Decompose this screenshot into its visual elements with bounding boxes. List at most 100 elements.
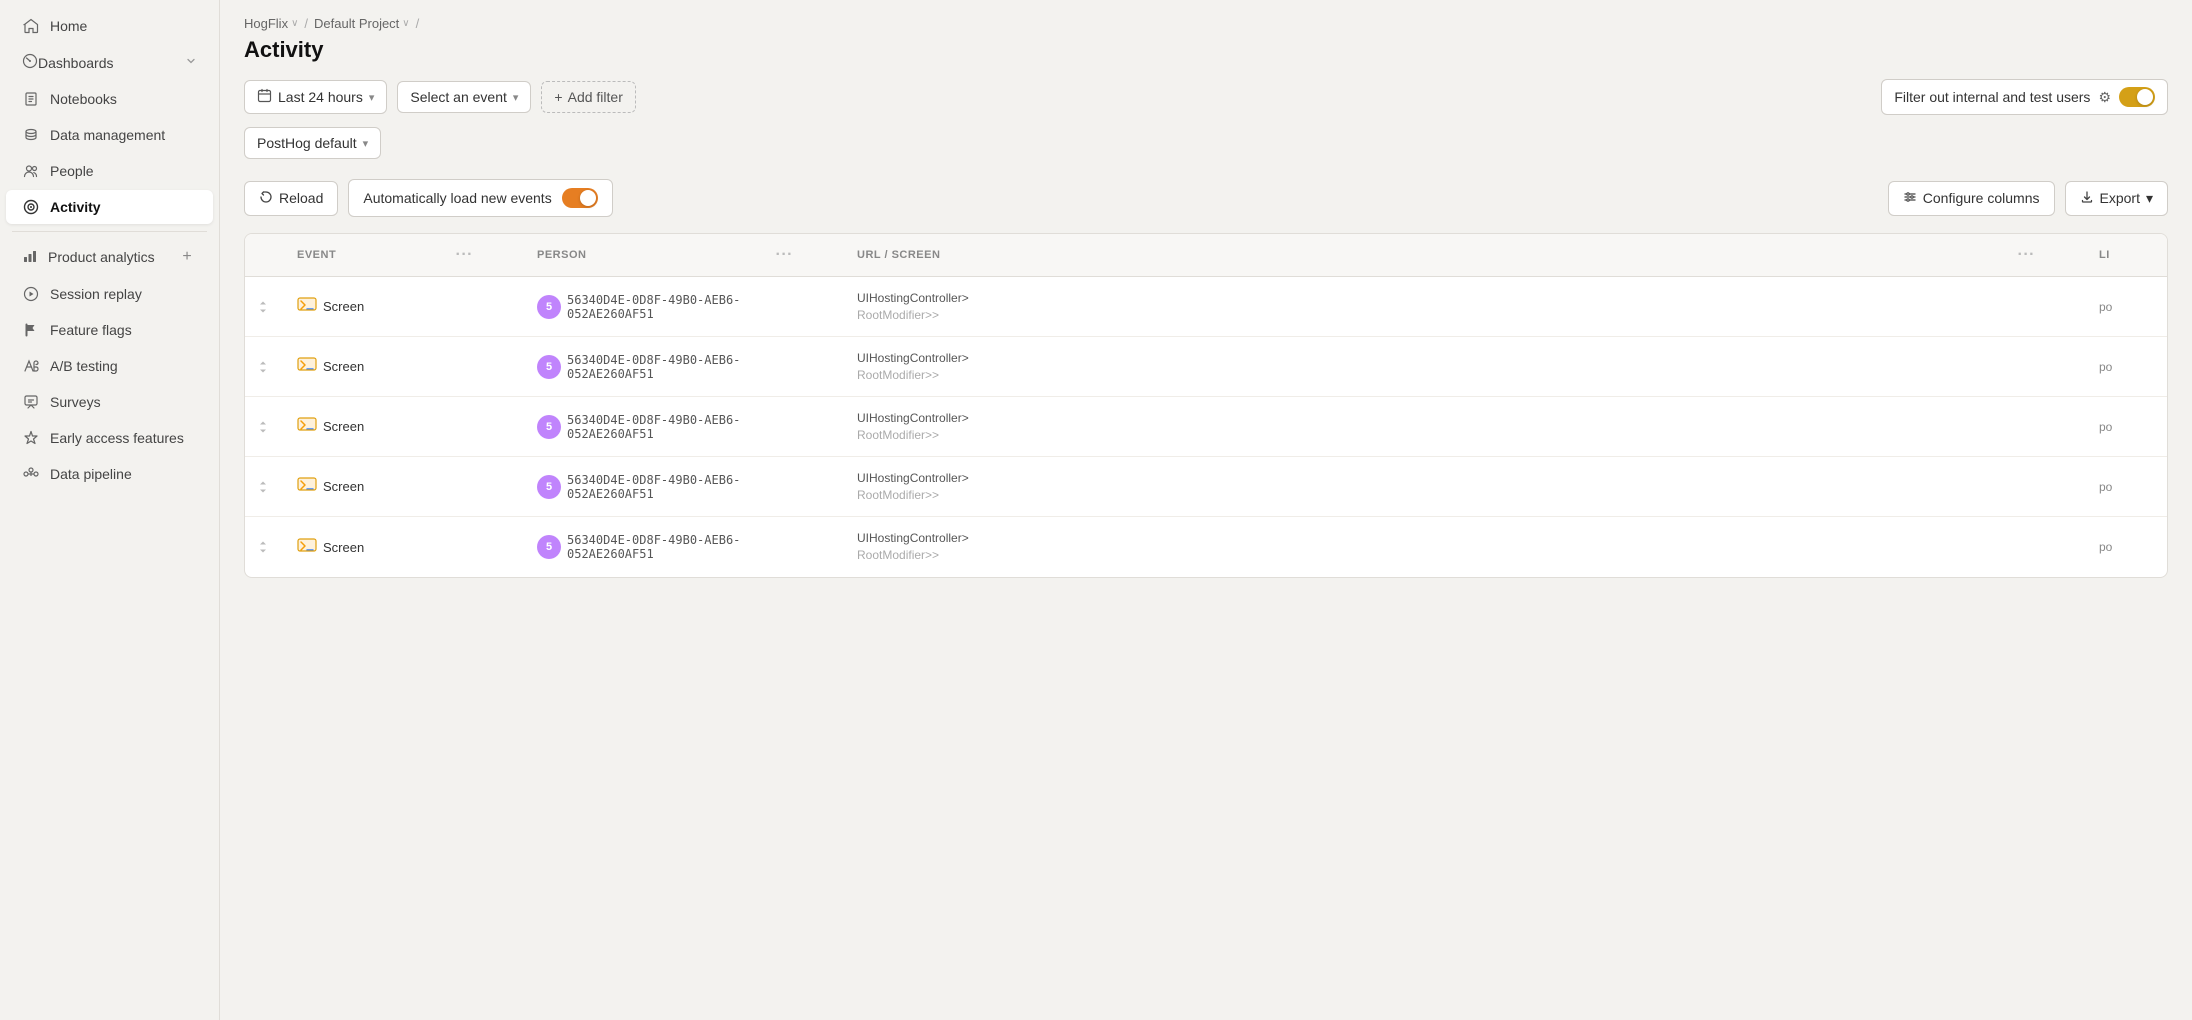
sidebar-item-surveys[interactable]: Surveys (6, 385, 213, 419)
breadcrumb-hogflix[interactable]: HogFlix ∨ (244, 16, 298, 31)
breadcrumb-project[interactable]: Default Project ∨ (314, 16, 410, 31)
select-event-label: Select an event (410, 89, 507, 105)
sidebar-item-label: Notebooks (50, 91, 117, 107)
avatar[interactable]: 5 (537, 535, 561, 559)
configure-columns-button[interactable]: Configure columns (1888, 181, 2055, 216)
th-person-more (805, 234, 845, 276)
avatar[interactable]: 5 (537, 475, 561, 499)
sidebar-item-label: A/B testing (50, 358, 118, 374)
auto-load-box: Automatically load new events (348, 179, 612, 217)
reload-icon (259, 190, 273, 207)
activity-icon (22, 198, 40, 216)
sidebar-item-product-analytics[interactable]: Product analytics + (6, 239, 213, 275)
gear-icon[interactable]: ⚙ (2098, 89, 2111, 106)
td-li: po (2087, 350, 2167, 384)
avatar[interactable]: 5 (537, 295, 561, 319)
export-label: Export (2100, 190, 2140, 206)
td-event: Screen (285, 528, 485, 567)
people-icon (22, 162, 40, 180)
reload-button[interactable]: Reload (244, 181, 338, 216)
table-row: Screen 5 56340D4E-0D8F-49B0-AEB6-052AE26… (245, 277, 2167, 337)
sidebar-item-label: Surveys (50, 394, 101, 410)
time-range-filter[interactable]: Last 24 hours ▾ (244, 80, 387, 114)
posthog-default-filter[interactable]: PostHog default ▾ (244, 127, 381, 159)
ab-testing-icon (22, 357, 40, 375)
td-url: UIHostingController>RootModifier>> (845, 460, 2047, 514)
select-event-filter[interactable]: Select an event ▾ (397, 81, 531, 113)
column-options-icon[interactable]: ··· (776, 246, 793, 264)
td-expand (245, 410, 285, 444)
add-filter-button[interactable]: + Add filter (541, 81, 635, 113)
url-value: UIHostingController>RootModifier>> (857, 410, 969, 444)
sidebar-item-feature-flags[interactable]: Feature flags (6, 313, 213, 347)
chevron-down-icon: ▾ (369, 91, 375, 104)
export-button[interactable]: Export ▾ (2065, 181, 2169, 216)
sidebar: Home Dashboards Notebooks Data managemen… (0, 0, 220, 1020)
expand-icon[interactable] (257, 360, 269, 374)
sidebar-item-ab-testing[interactable]: A/B testing (6, 349, 213, 383)
data-management-icon (22, 126, 40, 144)
main-content: HogFlix ∨ / Default Project ∨ / Activity… (220, 0, 2192, 1020)
configure-columns-label: Configure columns (1923, 190, 2040, 206)
sidebar-item-early-access[interactable]: Early access features (6, 421, 213, 455)
td-person: 5 56340D4E-0D8F-49B0-AEB6-052AE260AF51 (525, 403, 805, 451)
person-id: 56340D4E-0D8F-49B0-AEB6-052AE260AF51 (567, 473, 793, 501)
plus-icon[interactable]: + (177, 247, 197, 267)
table-row: Screen 5 56340D4E-0D8F-49B0-AEB6-052AE26… (245, 457, 2167, 517)
chevron-right-icon: ∨ (402, 18, 409, 29)
sidebar-item-home[interactable]: Home (6, 9, 213, 43)
event-name: Screen (323, 299, 364, 314)
column-options-icon[interactable]: ··· (456, 246, 473, 264)
avatar[interactable]: 5 (537, 355, 561, 379)
sidebar-item-people[interactable]: People (6, 154, 213, 188)
screen-event-icon (297, 477, 317, 496)
sidebar-item-activity[interactable]: Activity (6, 190, 213, 224)
toolbar-row: Reload Automatically load new events Con… (244, 179, 2168, 217)
auto-load-toggle[interactable] (562, 188, 598, 208)
url-value: UIHostingController>RootModifier>> (857, 350, 969, 384)
toggle-switch[interactable] (2119, 87, 2155, 107)
td-person-sep (805, 537, 845, 557)
column-options-icon[interactable]: ··· (2018, 246, 2035, 264)
url-value: UIHostingController>RootModifier>> (857, 470, 969, 504)
screen-event-icon (297, 538, 317, 557)
td-url: UIHostingController>RootModifier>> (845, 280, 2047, 334)
expand-icon[interactable] (257, 540, 269, 554)
td-url: UIHostingController>RootModifier>> (845, 520, 2047, 574)
home-icon (22, 17, 40, 35)
person-id: 56340D4E-0D8F-49B0-AEB6-052AE260AF51 (567, 413, 793, 441)
sidebar-item-data-pipeline[interactable]: Data pipeline (6, 457, 213, 491)
screen-event-icon (297, 357, 317, 376)
sidebar-item-notebooks[interactable]: Notebooks (6, 82, 213, 116)
sidebar-item-label: Session replay (50, 286, 142, 302)
td-url: UIHostingController>RootModifier>> (845, 400, 2047, 454)
td-url-sep (2047, 537, 2087, 557)
td-li: po (2087, 470, 2167, 504)
product-analytics-icon (22, 248, 38, 267)
expand-icon[interactable] (257, 300, 269, 314)
td-expand (245, 530, 285, 564)
filter-internal-toggle[interactable] (2119, 87, 2155, 107)
expand-icon[interactable] (257, 480, 269, 494)
toggle-switch[interactable] (562, 188, 598, 208)
sidebar-item-label: Activity (50, 199, 101, 215)
person-id: 56340D4E-0D8F-49B0-AEB6-052AE260AF51 (567, 293, 793, 321)
sidebar-item-dashboards[interactable]: Dashboards (6, 45, 213, 80)
sidebar-item-label: People (50, 163, 94, 179)
td-person-sep (805, 357, 845, 377)
avatar[interactable]: 5 (537, 415, 561, 439)
sidebar-item-data-management[interactable]: Data management (6, 118, 213, 152)
th-expand (245, 234, 285, 276)
internal-users-filter: Filter out internal and test users ⚙ (1881, 79, 2168, 115)
breadcrumb-project-label: Default Project (314, 16, 399, 31)
sidebar-item-session-replay[interactable]: Session replay (6, 277, 213, 311)
table-row: Screen 5 56340D4E-0D8F-49B0-AEB6-052AE26… (245, 517, 2167, 577)
events-table: EVENT ··· PERSON ··· URL / SCREEN ··· LI (244, 233, 2168, 578)
session-replay-icon (22, 285, 40, 303)
td-event-sep (485, 477, 525, 497)
td-li: po (2087, 290, 2167, 324)
td-event: Screen (285, 467, 485, 506)
dashboards-icon (22, 53, 38, 72)
expand-icon[interactable] (257, 420, 269, 434)
filter-bar: Last 24 hours ▾ Select an event ▾ + Add … (244, 79, 2168, 115)
